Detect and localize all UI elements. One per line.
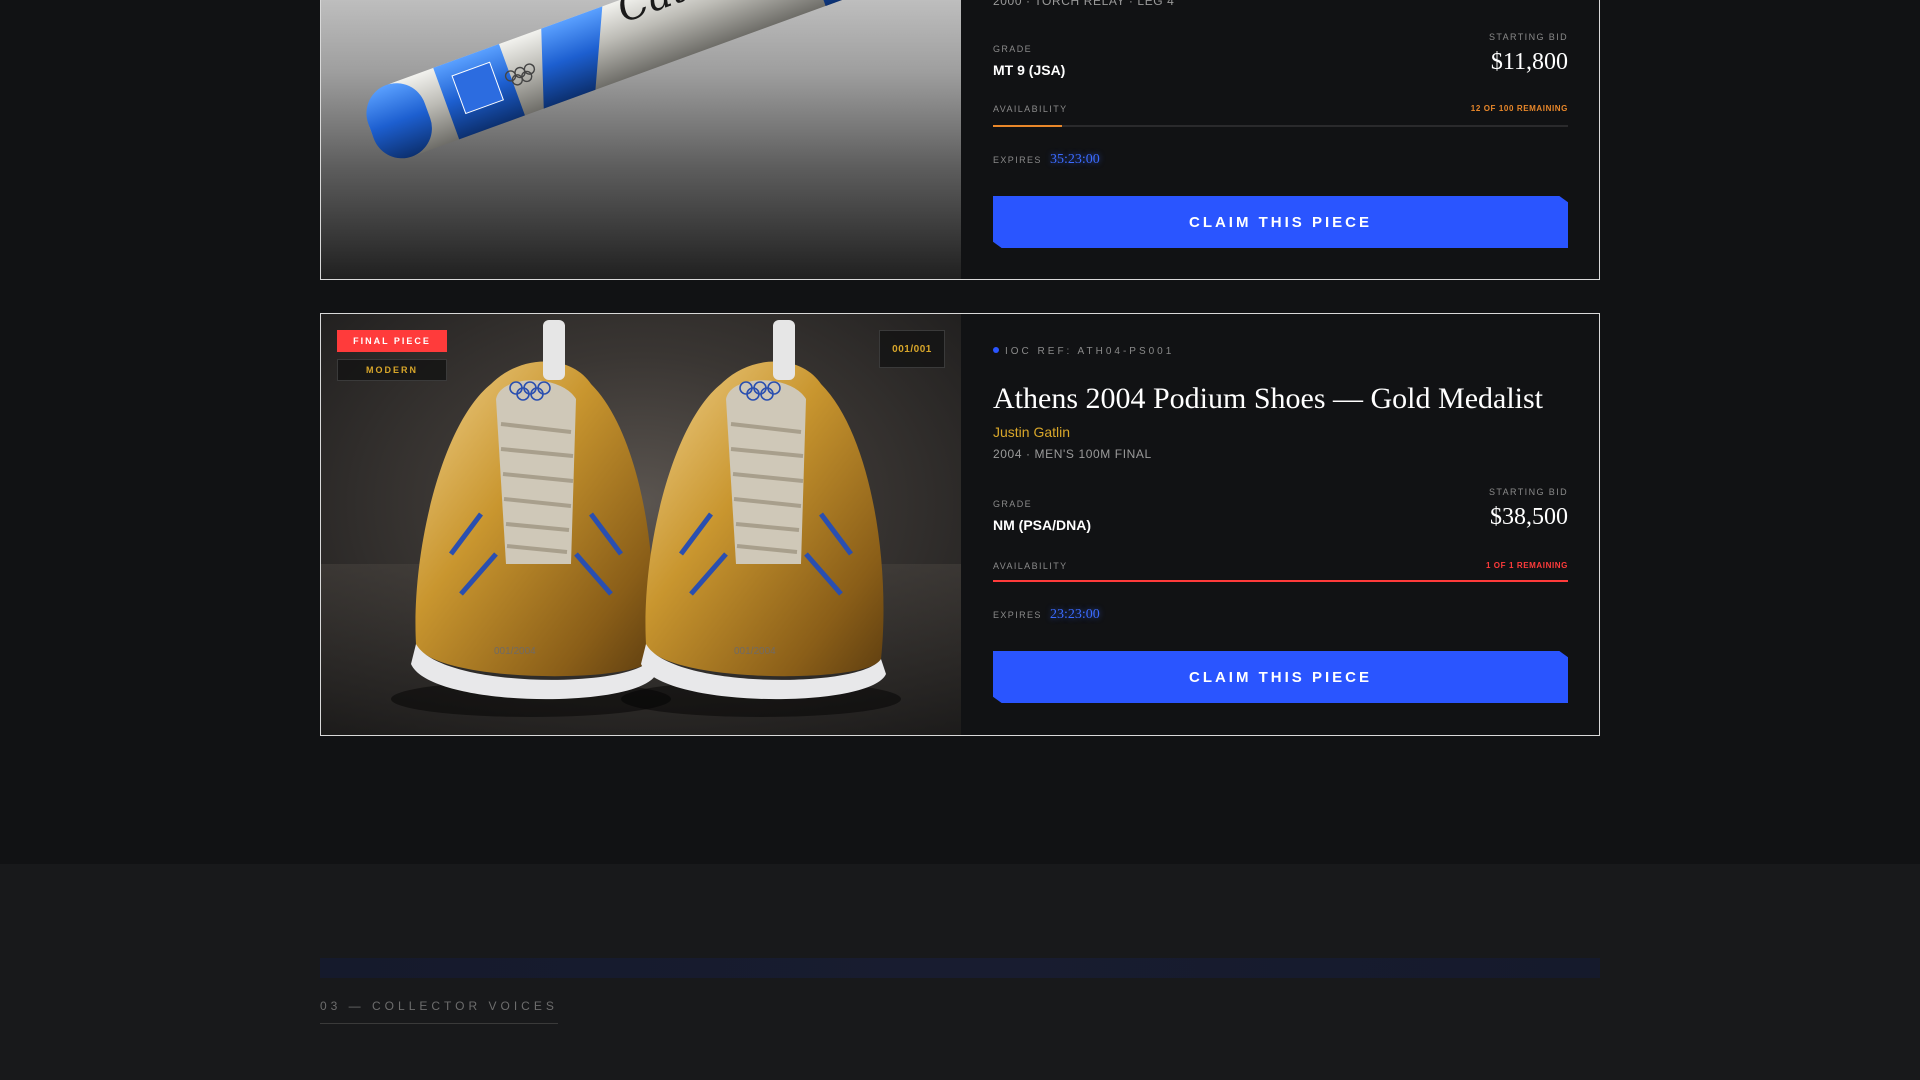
expires-countdown: 35:23:00 — [1050, 152, 1100, 167]
availability-fill — [993, 125, 1062, 127]
expires-label: EXPIRES — [993, 155, 1042, 165]
section-divider — [320, 958, 1600, 978]
listing-card: 001/2004 001/2004 FINAL PIECE MODERN 001… — [320, 313, 1600, 736]
listing-card: Cathy Freeman 2000 · TORCH RELAY · LEG 4… — [320, 0, 1600, 280]
availability-label: AVAILABILITY — [993, 561, 1068, 571]
starting-bid-value: $11,800 — [1490, 49, 1568, 75]
section-heading: 03 — COLLECTOR VOICES — [320, 999, 558, 1024]
availability-fill — [993, 580, 1568, 582]
remaining-count: 1 OF 1 REMAINING — [1485, 561, 1568, 570]
listing-subline: 2000 · TORCH RELAY · LEG 4 — [993, 0, 1175, 8]
status-dot-icon — [993, 347, 999, 354]
ioc-ref-text: IOC REF: ATH04-PS001 — [1005, 346, 1175, 357]
listing-image[interactable]: Cathy Freeman — [321, 0, 961, 279]
grade-value: MT 9 (JSA) — [993, 62, 1066, 78]
availability-label: AVAILABILITY — [993, 104, 1068, 114]
remaining-count: 12 OF 100 REMAINING — [1470, 104, 1568, 113]
shoe-serial-left: 001/2004 — [494, 646, 536, 657]
athlete-name[interactable]: Justin Gatlin — [993, 424, 1070, 440]
ioc-reference: IOC REF: ATH04-PS001 — [993, 346, 1174, 357]
starting-bid-label: STARTING BID — [1489, 487, 1568, 497]
era-badge: MODERN — [337, 359, 447, 381]
expires-label: EXPIRES — [993, 610, 1042, 620]
edition-badge: 001/001 — [879, 330, 945, 368]
final-piece-badge: FINAL PIECE — [337, 330, 447, 352]
grade-label: GRADE — [993, 44, 1033, 54]
shoe-serial-right: 001/2004 — [734, 646, 776, 657]
grade-label: GRADE — [993, 499, 1033, 509]
listing-title: Athens 2004 Podium Shoes — Gold Medalist — [993, 382, 1544, 415]
listing-image[interactable]: 001/2004 001/2004 FINAL PIECE MODERN 001… — [321, 314, 961, 735]
expires-countdown: 23:23:00 — [1050, 607, 1100, 622]
relay-baton-image — [366, 0, 919, 159]
starting-bid-value: $38,500 — [1490, 504, 1568, 530]
starting-bid-label: STARTING BID — [1489, 32, 1568, 42]
grade-value: NM (PSA/DNA) — [993, 517, 1091, 533]
listing-details: 2000 · TORCH RELAY · LEG 4 GRADE MT 9 (J… — [993, 0, 1568, 279]
listing-subline: 2004 · MEN'S 100M FINAL — [993, 447, 1152, 461]
listing-details: IOC REF: ATH04-PS001 Athens 2004 Podium … — [993, 314, 1568, 735]
availability-track — [993, 125, 1568, 127]
claim-button[interactable]: CLAIM THIS PIECE — [993, 651, 1568, 703]
availability-row: AVAILABILITY 12 OF 100 REMAINING — [993, 104, 1568, 124]
availability-row: AVAILABILITY 1 OF 1 REMAINING — [993, 561, 1568, 581]
claim-button[interactable]: CLAIM THIS PIECE — [993, 196, 1568, 248]
